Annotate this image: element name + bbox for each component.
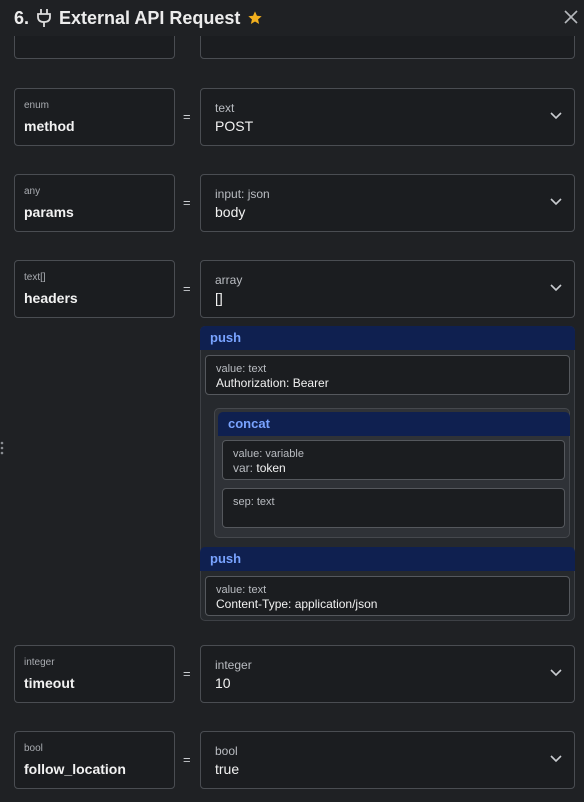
- plug-icon: [37, 9, 51, 27]
- value-type: input: json: [215, 187, 270, 201]
- field-value: Content-Type: application/json: [216, 597, 378, 611]
- param-type: integer: [24, 657, 55, 668]
- equals-sign: =: [183, 281, 191, 296]
- field-value: var: token: [233, 461, 286, 475]
- value-type: integer: [215, 658, 252, 672]
- equals-sign: =: [183, 666, 191, 681]
- dialog-header: 6. External API Request: [0, 0, 584, 36]
- chevron-down-icon: [550, 669, 562, 677]
- param-timeout: integer timeout: [14, 645, 175, 703]
- value-text: true: [215, 761, 240, 777]
- param-name: method: [24, 118, 75, 134]
- push-block-header[interactable]: push: [200, 547, 575, 571]
- chevron-down-icon: [550, 755, 562, 763]
- param-headers: text[] headers: [14, 260, 175, 318]
- field-value: Authorization: Bearer: [216, 376, 329, 390]
- param-name: params: [24, 204, 74, 220]
- value-select-method[interactable]: text POST: [200, 88, 575, 146]
- drag-handle-icon[interactable]: [0, 441, 4, 455]
- chevron-down-icon: [550, 112, 562, 120]
- value-select-follow-location[interactable]: bool true: [200, 731, 575, 789]
- param-params: any params: [14, 174, 175, 232]
- value-type: bool: [215, 744, 238, 758]
- step-number: 6.: [14, 7, 30, 28]
- var-name: token: [256, 461, 286, 475]
- field-label: sep: text: [233, 496, 275, 508]
- equals-sign: =: [183, 195, 191, 210]
- value-text: POST: [215, 118, 254, 134]
- param-name: headers: [24, 290, 78, 306]
- param-type: any: [24, 186, 41, 197]
- value-text: 10: [215, 675, 231, 691]
- chevron-down-icon: [550, 284, 562, 292]
- dialog-title: External API Request: [59, 7, 241, 28]
- var-prefix: var:: [233, 461, 254, 475]
- param-method: enum method: [14, 88, 175, 146]
- push-value-field[interactable]: value: text Content-Type: application/js…: [205, 576, 570, 616]
- concat-sep-field[interactable]: sep: text: [222, 488, 565, 528]
- value-type: array: [215, 273, 243, 287]
- field-label: value: text: [216, 363, 267, 375]
- value-text: []: [215, 290, 223, 306]
- chevron-down-icon: [550, 198, 562, 206]
- value-type: text: [215, 101, 235, 115]
- param-type: text[]: [24, 272, 46, 283]
- star-icon[interactable]: [247, 10, 263, 26]
- value-select-timeout[interactable]: integer 10: [200, 645, 575, 703]
- field-label: value: text: [216, 584, 267, 596]
- value-text: body: [215, 204, 246, 220]
- param-name: follow_location: [24, 761, 126, 777]
- param-type: enum: [24, 100, 50, 111]
- push-block-header[interactable]: push: [200, 326, 575, 350]
- concat-value-field[interactable]: value: variable var: token: [222, 440, 565, 480]
- value-select-headers[interactable]: array []: [200, 260, 575, 318]
- concat-block-header[interactable]: concat: [218, 412, 570, 436]
- param-type: bool: [24, 743, 43, 754]
- param-follow-location: bool follow_location: [14, 731, 175, 789]
- param-name: timeout: [24, 675, 75, 691]
- value-select-params[interactable]: input: json body: [200, 174, 575, 232]
- field-label: value: variable: [233, 448, 304, 460]
- equals-sign: =: [183, 752, 191, 767]
- push-value-field[interactable]: value: text Authorization: Bearer: [205, 355, 570, 395]
- equals-sign: =: [183, 109, 191, 124]
- close-icon[interactable]: [562, 8, 580, 26]
